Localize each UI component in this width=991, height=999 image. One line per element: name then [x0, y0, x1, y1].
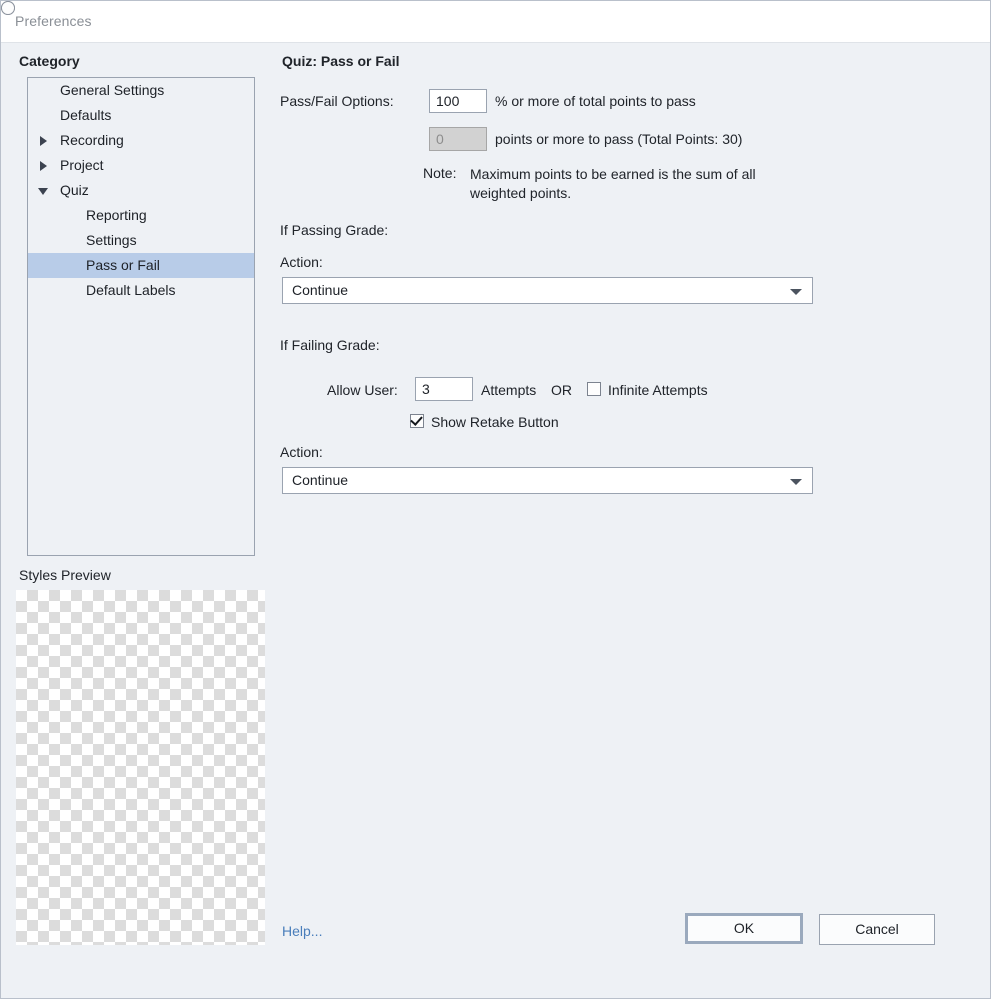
- sidebar-item-quiz[interactable]: Quiz: [28, 178, 254, 203]
- percent-suffix-label: % or more of total points to pass: [495, 93, 696, 109]
- infinite-attempts-label[interactable]: Infinite Attempts: [608, 382, 708, 398]
- sidebar-item-general-settings[interactable]: General Settings: [28, 78, 254, 103]
- window-title: Preferences: [15, 13, 92, 29]
- attempts-unit-label: Attempts: [481, 382, 537, 398]
- failing-action-dropdown[interactable]: Continue: [282, 467, 813, 494]
- title-bar: Preferences: [1, 1, 990, 43]
- sidebar-item-label: Recording: [60, 132, 124, 148]
- sidebar-item-defaults[interactable]: Defaults: [28, 103, 254, 128]
- chevron-down-icon: [790, 479, 802, 485]
- passing-action-label: Action:: [280, 254, 323, 270]
- styles-preview-canvas: [16, 590, 265, 945]
- percent-input[interactable]: [429, 89, 487, 113]
- styles-preview-label: Styles Preview: [19, 567, 111, 583]
- or-label: OR: [551, 382, 572, 398]
- failing-grade-heading: If Failing Grade:: [280, 337, 380, 353]
- note-word-label: Note:: [423, 165, 457, 181]
- sidebar-item-label: Default Labels: [86, 282, 176, 298]
- category-heading: Category: [19, 53, 80, 69]
- points-suffix-label: points or more to pass (Total Points: 30…: [495, 131, 743, 147]
- note-text: Maximum points to be earned is the sum o…: [470, 166, 756, 201]
- sidebar-item-label: Project: [60, 157, 104, 173]
- sidebar-item-project[interactable]: Project: [28, 153, 254, 178]
- sidebar-item-label: Settings: [86, 232, 137, 248]
- checkbox-infinite-attempts[interactable]: [587, 382, 601, 396]
- attempts-input[interactable]: [415, 377, 473, 401]
- sidebar-item-label: Defaults: [60, 107, 112, 123]
- sidebar-item-reporting[interactable]: Reporting: [28, 203, 254, 228]
- failing-action-label: Action:: [280, 444, 323, 460]
- chevron-right-icon[interactable]: [36, 153, 52, 178]
- page-title: Quiz: Pass or Fail: [282, 53, 400, 69]
- sidebar-item-label: Pass or Fail: [86, 257, 160, 273]
- sidebar-item-pass-or-fail[interactable]: Pass or Fail: [28, 253, 254, 278]
- sidebar-item-settings[interactable]: Settings: [28, 228, 254, 253]
- passing-action-value: Continue: [292, 282, 349, 298]
- failing-action-value: Continue: [292, 472, 349, 488]
- sidebar-item-label: Quiz: [60, 182, 89, 198]
- passfail-options-label: Pass/Fail Options:: [280, 93, 394, 109]
- help-link[interactable]: Help...: [282, 923, 322, 939]
- sidebar-item-recording[interactable]: Recording: [28, 128, 254, 153]
- chevron-down-icon[interactable]: [36, 178, 52, 203]
- ok-button[interactable]: OK: [685, 913, 803, 944]
- preferences-dialog: Preferences Category General Settings Def…: [0, 0, 991, 999]
- sidebar-item-label: General Settings: [60, 82, 165, 98]
- points-input: [429, 127, 487, 151]
- chevron-right-icon[interactable]: [36, 128, 52, 153]
- chevron-down-icon: [790, 289, 802, 295]
- show-retake-button-label[interactable]: Show Retake Button: [431, 414, 559, 430]
- allow-user-label: Allow User:: [327, 382, 398, 398]
- category-tree[interactable]: General Settings Defaults Recording Project…: [27, 77, 255, 556]
- checkbox-show-retake-button[interactable]: [410, 414, 424, 428]
- cancel-button[interactable]: Cancel: [819, 914, 935, 945]
- sidebar-item-default-labels[interactable]: Default Labels: [28, 278, 254, 303]
- radio-points-option[interactable]: [1, 1, 15, 15]
- passing-grade-heading: If Passing Grade:: [280, 222, 389, 238]
- sidebar-item-label: Reporting: [86, 207, 147, 223]
- passing-action-dropdown[interactable]: Continue: [282, 277, 813, 304]
